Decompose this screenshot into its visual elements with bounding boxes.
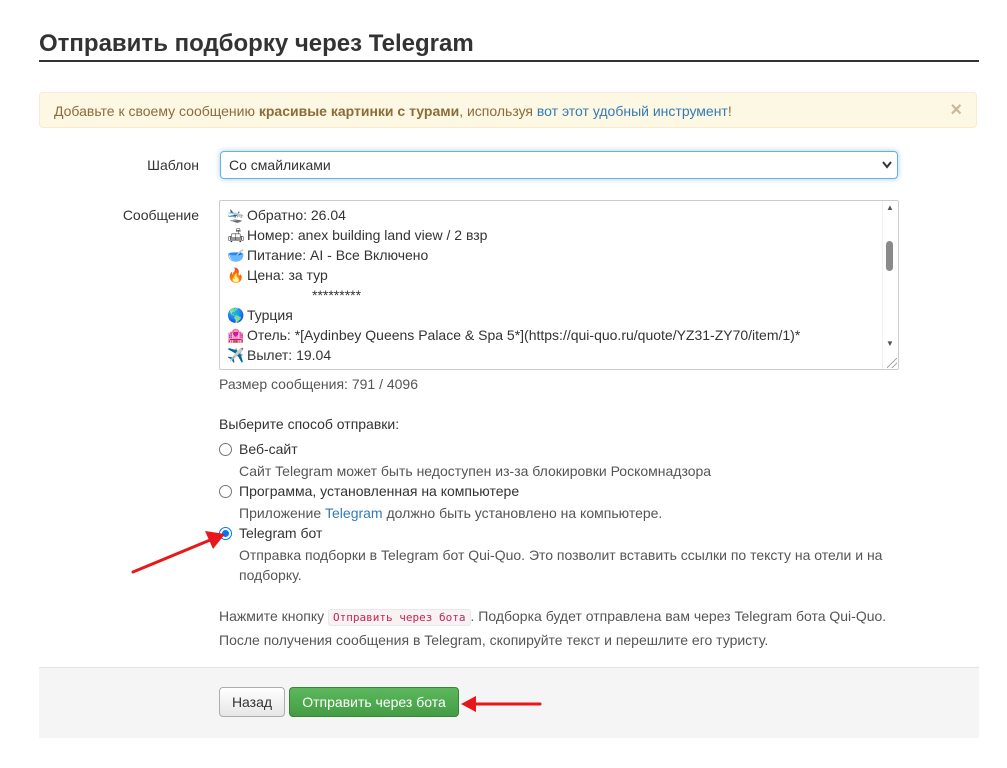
hint-line2: После получения сообщения в Telegram, ск… (219, 632, 769, 648)
send-method-label: Выберите способ отправки: (219, 416, 400, 432)
message-line-text: ********* (312, 287, 362, 303)
template-select[interactable]: Со смайликами (220, 151, 898, 179)
message-textarea[interactable]: 🛬 Обратно: 26.04 🛋 Номер: anex building lan… (219, 200, 899, 370)
message-line-emoji-icon: 🌎 (227, 307, 245, 323)
alert-text-middle: , используя (459, 103, 537, 119)
message-line: 🛬 Обратно: 26.04 (227, 205, 877, 225)
scroll-down-icon[interactable]: ▼ (886, 339, 894, 348)
message-scrollbar[interactable]: ▲ ▼ (882, 201, 898, 369)
message-line-emoji-icon: 🛋 (227, 227, 245, 243)
message-lines: 🛬 Обратно: 26.04 🛋 Номер: anex building lan… (227, 201, 877, 365)
message-line: ********* (227, 285, 877, 305)
message-line-emoji-icon: 🛬 (227, 207, 245, 223)
message-line: 🥣 Питание: AI - Все Включено (227, 245, 877, 265)
message-line-text: Отель: *[Aydinbey Queens Palace & Spa 5*… (247, 327, 801, 343)
page-title: Отправить подборку через Telegram (39, 30, 474, 57)
hint-before: Нажмите кнопку (219, 608, 329, 624)
template-select-value: Со смайликами (229, 157, 331, 173)
close-icon[interactable]: × (950, 93, 962, 127)
message-line-text: Обратно: 26.04 (247, 207, 346, 223)
alert-text-after: ! (727, 103, 732, 119)
option-bot-desc: Отправка подборки в Telegram бот Qui-Quo… (239, 547, 883, 583)
info-alert: Добавьте к своему сообщению красивые кар… (39, 92, 977, 128)
option-desktop-desc: Приложение Telegram должно быть установл… (239, 503, 662, 523)
message-line: 🌎 Турция (227, 305, 877, 325)
radio-website[interactable] (219, 443, 232, 456)
telegram-link[interactable]: Telegram (325, 505, 383, 521)
option-desktop-desc-after: должно быть установлено на компьютере. (382, 505, 663, 521)
alert-tool-link[interactable]: вот этот удобный инструмент (537, 103, 728, 119)
message-line-text: Питание: AI - Все Включено (247, 247, 429, 263)
message-line-text: Турция (247, 307, 293, 323)
template-label: Шаблон (147, 157, 199, 173)
option-website-desc: Сайт Telegram может быть недоступен из-з… (239, 463, 712, 479)
send-via-bot-button[interactable]: Отправить через бота (289, 687, 459, 717)
message-line: 🏩 Отель: *[Aydinbey Queens Palace & Spa 5… (227, 325, 877, 345)
message-line-emoji-icon: 🔥 (227, 267, 245, 283)
resize-handle-icon[interactable] (887, 358, 897, 368)
message-line-emoji-icon: 🏩 (227, 327, 245, 343)
scroll-up-icon[interactable]: ▲ (886, 203, 894, 212)
annotation-arrow-icon (131, 531, 225, 574)
message-line-emoji-icon: 🥣 (227, 247, 245, 263)
message-line: 🔥 Цена: за тур (227, 265, 877, 285)
option-desktop-title[interactable]: Программа, установленная на компьютере (239, 483, 519, 499)
message-label: Сообщение (122, 207, 199, 223)
scroll-thumb[interactable] (886, 241, 893, 271)
message-line-emoji-icon: ✈️ (227, 347, 245, 363)
title-divider (39, 60, 979, 62)
hint-after: . Подборка будет отправлена вам через Te… (470, 608, 887, 624)
back-button[interactable]: Назад (219, 687, 285, 717)
option-desktop-desc-before: Приложение (239, 505, 326, 521)
message-line: ✈️ Вылет: 19.04 (227, 345, 877, 365)
radio-desktop-app[interactable] (219, 485, 232, 498)
message-size: Размер сообщения: 791 / 4096 (219, 376, 418, 392)
annotation-arrow-icon (461, 696, 542, 712)
hint-code: Отправить через бота (328, 609, 471, 626)
message-line: 🛋 Номер: anex building land view / 2 взр (227, 225, 877, 245)
alert-text-before: Добавьте к своему сообщению (54, 103, 259, 119)
alert-bold-text: красивые картинки с турами (258, 103, 460, 119)
send-hint: Нажмите кнопку Отправить через бота. Под… (219, 605, 919, 651)
message-line-text: Вылет: 19.04 (247, 347, 332, 363)
option-website-title[interactable]: Веб-сайт (239, 441, 298, 457)
chevron-down-icon (881, 152, 893, 188)
message-line-text: Номер: anex building land view / 2 взр (247, 227, 488, 243)
option-bot-title[interactable]: Telegram бот (239, 525, 322, 541)
message-line-text: Цена: за тур (247, 267, 328, 283)
